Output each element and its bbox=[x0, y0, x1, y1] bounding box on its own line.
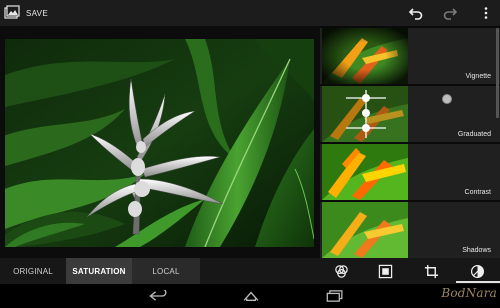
filter-item-graduated[interactable]: Graduated bbox=[320, 86, 500, 142]
effects-icon bbox=[334, 264, 348, 278]
overflow-menu-button[interactable] bbox=[476, 3, 496, 23]
filter-label: Shadows bbox=[462, 247, 491, 254]
overflow-menu-icon bbox=[484, 7, 488, 19]
filter-label: Graduated bbox=[457, 131, 491, 138]
watermark: BodNara bbox=[441, 286, 497, 300]
filter-panel: Vignette Graduated Contrast Shadows bbox=[320, 26, 500, 258]
redo-icon bbox=[443, 8, 458, 20]
edited-photo[interactable] bbox=[5, 39, 314, 247]
active-tool-indicator bbox=[456, 281, 500, 283]
selected-indicator-icon bbox=[442, 94, 452, 104]
crop-button[interactable] bbox=[420, 261, 442, 281]
tune-button[interactable] bbox=[466, 261, 488, 281]
tune-icon bbox=[470, 264, 484, 278]
crop-icon bbox=[424, 264, 438, 278]
frame-button[interactable] bbox=[374, 261, 396, 281]
shadows-thumbnail bbox=[322, 202, 408, 258]
filter-label: Vignette bbox=[465, 73, 491, 80]
filter-label: Contrast bbox=[464, 189, 491, 196]
tab-local[interactable]: LOCAL bbox=[132, 258, 200, 284]
filter-item-contrast[interactable]: Contrast bbox=[320, 144, 500, 200]
back-button[interactable] bbox=[144, 288, 174, 304]
system-nav-bar: BodNara bbox=[0, 284, 500, 308]
editor-toolbar: ORIGINAL SATURATION LOCAL bbox=[0, 258, 500, 284]
tab-saturation[interactable]: SATURATION bbox=[66, 258, 132, 284]
gallery-icon bbox=[4, 5, 20, 19]
save-button[interactable]: SAVE bbox=[4, 3, 48, 23]
tab-original[interactable]: ORIGINAL bbox=[0, 258, 66, 284]
recent-apps-button[interactable] bbox=[320, 288, 350, 304]
panel-scrollbar[interactable] bbox=[496, 28, 499, 118]
vignette-thumbnail bbox=[322, 28, 408, 84]
action-bar: SAVE bbox=[0, 0, 500, 26]
contrast-thumbnail bbox=[322, 144, 408, 200]
filter-item-vignette[interactable]: Vignette bbox=[320, 28, 500, 84]
effects-button[interactable] bbox=[330, 261, 352, 281]
redo-button[interactable] bbox=[440, 3, 460, 23]
photo-image bbox=[5, 39, 314, 247]
recent-apps-icon bbox=[326, 290, 343, 302]
graduated-thumbnail bbox=[322, 86, 408, 142]
save-label: SAVE bbox=[26, 8, 48, 18]
frame-icon bbox=[378, 264, 392, 278]
undo-icon bbox=[408, 8, 423, 20]
back-icon bbox=[149, 290, 167, 301]
filter-item-shadows[interactable]: Shadows bbox=[320, 202, 500, 258]
editor-canvas bbox=[0, 26, 320, 258]
home-icon bbox=[243, 291, 259, 301]
home-button[interactable] bbox=[236, 288, 266, 304]
undo-button[interactable] bbox=[406, 3, 426, 23]
